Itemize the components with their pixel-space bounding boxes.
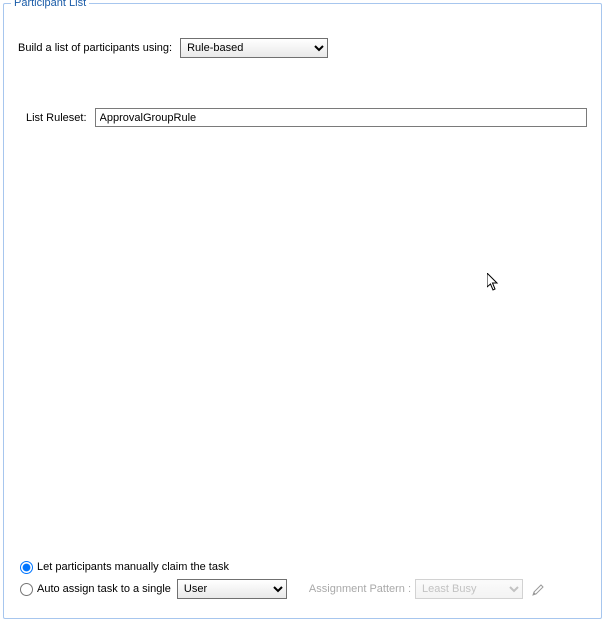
ruleset-row: List Ruleset: — [26, 108, 587, 127]
participant-list-fieldset: Participant List Build a list of partici… — [3, 3, 602, 619]
ruleset-input[interactable] — [95, 108, 587, 127]
manual-claim-radio[interactable] — [20, 561, 33, 574]
assignment-pattern-label: Assignment Pattern : — [309, 583, 411, 595]
auto-assign-row: Auto assign task to a single User Assign… — [20, 578, 585, 600]
build-method-label: Build a list of participants using: — [18, 42, 172, 54]
build-method-select[interactable]: Rule-based — [180, 38, 328, 58]
manual-claim-label: Let participants manually claim the task — [37, 561, 229, 573]
auto-assign-label: Auto assign task to a single — [37, 583, 171, 595]
manual-claim-row: Let participants manually claim the task — [20, 556, 585, 578]
build-method-row: Build a list of participants using: Rule… — [18, 38, 587, 58]
fieldset-legend: Participant List — [11, 0, 89, 9]
auto-assign-radio[interactable] — [20, 583, 33, 596]
pencil-icon[interactable] — [531, 582, 545, 596]
ruleset-label: List Ruleset: — [26, 112, 87, 124]
assignment-options: Let participants manually claim the task… — [20, 556, 585, 600]
assignment-pattern-select: Least Busy — [415, 579, 523, 599]
auto-assign-target-select[interactable]: User — [177, 579, 287, 599]
